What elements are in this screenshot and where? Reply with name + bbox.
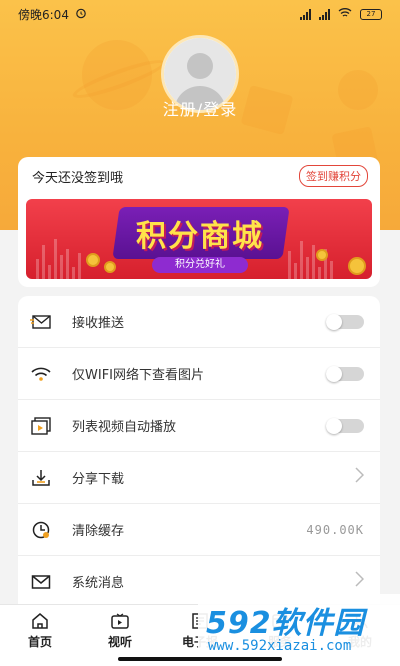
setting-label: 接收推送 [72, 316, 125, 331]
points-mall-banner[interactable]: 积分商城 积分兑好礼 [26, 199, 372, 279]
login-link[interactable]: 注册/登录 [0, 96, 400, 120]
setting-label: 分享下载 [72, 472, 125, 487]
setting-wifi-images[interactable]: 仅WIFI网络下查看图片 [18, 348, 380, 400]
setting-label: 列表视频自动播放 [72, 420, 177, 435]
home-indicator[interactable] [118, 657, 282, 661]
alarm-icon [75, 7, 87, 22]
cache-size: 490.00K [306, 522, 364, 537]
tv-icon [109, 611, 131, 631]
nav-label: 首页 [27, 635, 52, 649]
battery-level: 27 [366, 10, 376, 18]
mail-icon [30, 571, 52, 593]
signin-prompt: 今天还没签到哦 [32, 170, 124, 186]
setting-label: 清除缓存 [72, 524, 125, 539]
setting-label: 仅WIFI网络下查看图片 [72, 368, 204, 383]
nav-home[interactable]: 首页 [0, 605, 80, 666]
wifi-status-icon [338, 7, 352, 21]
signin-button[interactable]: 签到赚积分 [299, 165, 368, 187]
watermark-url: www.592xiazai.com [208, 638, 352, 654]
setting-autoplay[interactable]: 列表视频自动播放 [18, 400, 380, 452]
coin-icon [348, 257, 366, 275]
watermark: 592软件园 www.592xiazai.com [198, 594, 400, 666]
bars-decoration [288, 241, 333, 279]
setting-push[interactable]: 接收推送 [18, 296, 380, 348]
battery-icon: 27 [360, 8, 382, 20]
wifi-images-toggle[interactable] [326, 365, 364, 382]
signal-icon [319, 8, 330, 20]
download-icon [30, 467, 52, 489]
banner-title: 积分商城 [136, 219, 264, 254]
setting-clear-cache[interactable]: 清除缓存 490.00K [18, 504, 380, 556]
coin-icon [104, 261, 116, 273]
setting-share-download[interactable]: 分享下载 [18, 452, 380, 504]
clock-clear-icon [30, 519, 52, 541]
coin-icon [86, 253, 100, 267]
push-toggle[interactable] [326, 313, 364, 330]
signal-icon [300, 8, 311, 20]
setting-label: 系统消息 [72, 576, 125, 591]
autoplay-toggle[interactable] [326, 417, 364, 434]
banner-subtitle: 积分兑好礼 [152, 257, 248, 273]
bars-decoration [36, 239, 81, 279]
video-play-icon [30, 415, 52, 437]
wifi-icon [30, 363, 52, 385]
home-icon [29, 611, 51, 631]
status-time: 傍晚6:04 [18, 7, 69, 22]
chevron-right-icon [354, 467, 365, 488]
envelope-icon [30, 311, 52, 333]
watermark-logo: 592软件园 [206, 606, 365, 641]
status-bar: 傍晚6:04 27 [0, 0, 400, 28]
nav-label: 视听 [107, 635, 132, 649]
signin-card: 今天还没签到哦 签到赚积分 积分商城 积分兑好礼 [18, 157, 380, 287]
coin-icon [316, 249, 328, 261]
chevron-right-icon [354, 571, 365, 592]
